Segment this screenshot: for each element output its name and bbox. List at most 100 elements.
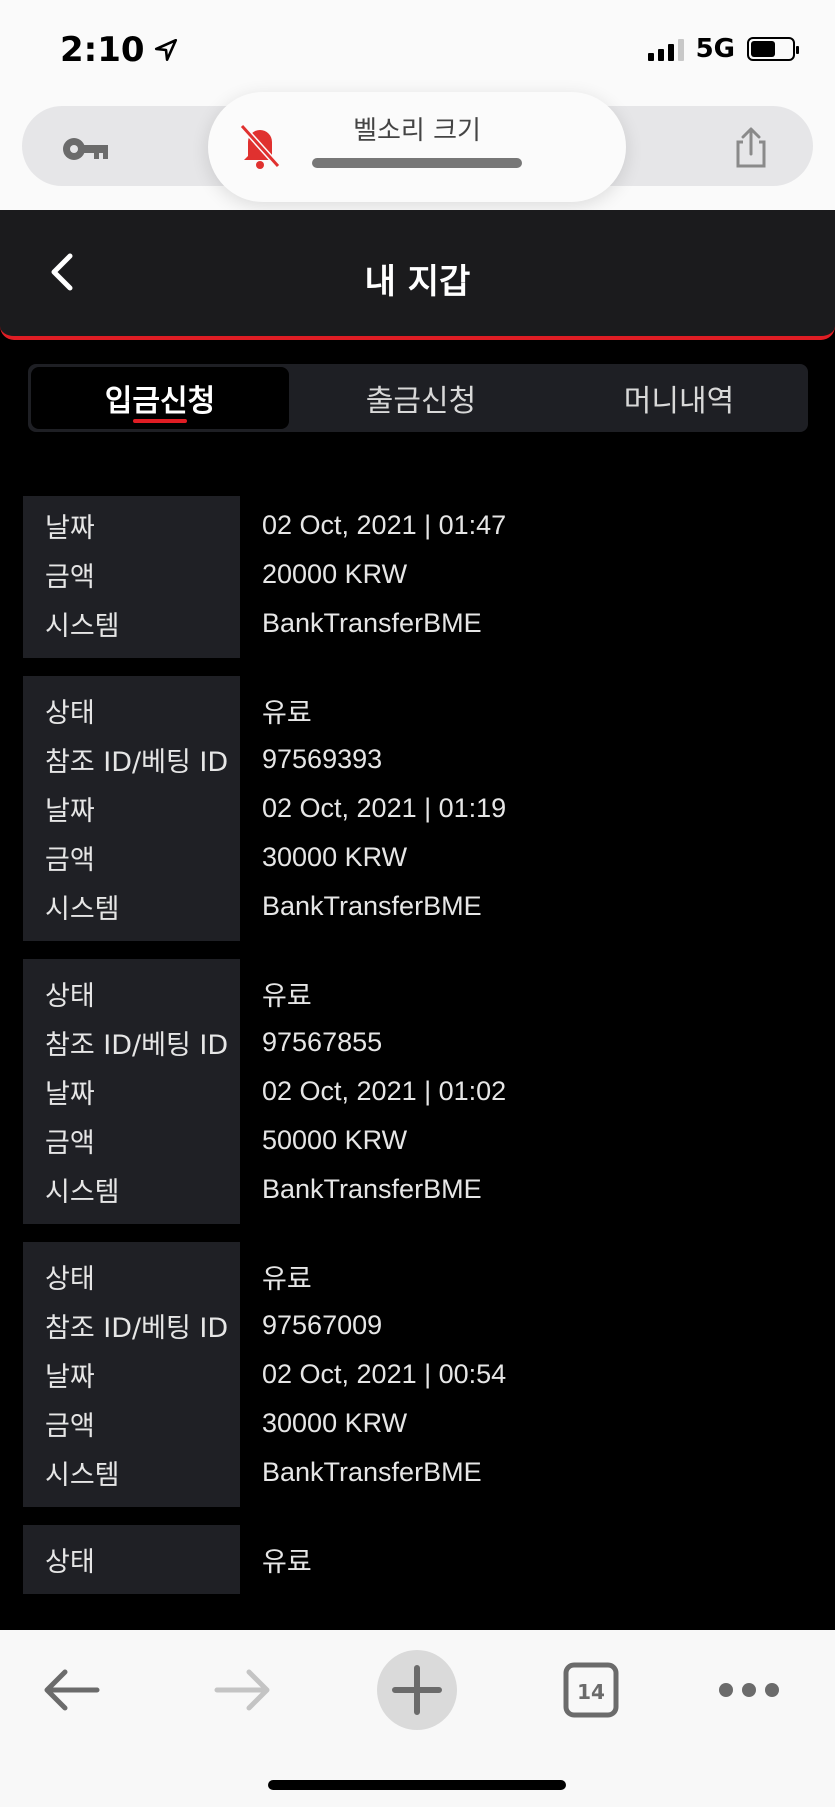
status-time: 2:10 [60,30,179,70]
record-row: 참조 ID/베팅 ID 97569393 [0,735,835,784]
field-label: 날짜 [45,1362,95,1393]
field-value: 97567855 [262,1027,383,1057]
field-value: 30000 KRW [262,1408,408,1438]
field-label: 시스템 [45,1177,120,1208]
record-row: 날짜 02 Oct, 2021 | 00:54 [0,1350,835,1399]
record-row: 참조 ID/베팅 ID 97567009 [0,1301,835,1350]
field-label: 상태 [45,1547,95,1578]
volume-hud: 벨소리 크기 [208,92,626,202]
app-header: 내 지갑 [0,210,835,340]
back-arrow-icon [44,1669,100,1711]
field-value: 97567009 [262,1310,383,1340]
back-button[interactable] [26,1650,116,1730]
transaction-list[interactable]: 참조 ID/베팅 ID97572073날짜02 Oct, 2021 | 01:4… [0,496,835,1630]
forward-button[interactable] [198,1650,288,1730]
tabs-button[interactable]: 14 [546,1650,636,1730]
record-row: 금액 30000 KRW [0,1399,835,1448]
tab-label: 입금신청 [104,384,216,419]
forward-arrow-icon [214,1669,270,1711]
signal-icon [647,37,684,61]
record-row: 상태 유료 [0,686,835,735]
transaction-record: 상태 유료참조 ID/베팅 ID 97569393 날짜 02 Oct, 2021 | … [0,676,835,941]
record-row: 시스템 BankTransferBME [0,1448,835,1497]
field-label: 금액 [45,562,95,593]
home-indicator [268,1780,566,1790]
page-title: 내 지갑 [364,262,471,302]
record-row: 날짜 02 Oct, 2021 | 01:47 [0,501,835,550]
record-row: 참조 ID/베팅 ID 97567855 [0,1018,835,1067]
field-value: 유료 [262,1547,312,1577]
field-value: 30000 KRW [262,842,408,872]
clock: 2:10 [60,30,145,70]
record-row: 상태 유료 [0,969,835,1018]
field-label: 금액 [45,845,95,876]
field-label: 날짜 [45,796,95,827]
field-value: BankTransferBME [262,1174,482,1204]
plus-button-circle [377,1650,457,1730]
field-label: 시스템 [45,894,120,925]
network-label: 5G [695,34,735,64]
field-value: 02 Oct, 2021 | 01:02 [262,1076,507,1106]
field-label: 상태 [45,981,95,1012]
tab-withdraw-request[interactable]: 출금신청 [292,364,550,432]
field-value: 02 Oct, 2021 | 00:54 [262,1359,507,1389]
record-row: 금액 20000 KRW [0,550,835,599]
record-row: 날짜 02 Oct, 2021 | 01:02 [0,1067,835,1116]
transaction-list-content: 참조 ID/베팅 ID97572073날짜02 Oct, 2021 | 01:4… [0,496,835,1612]
field-value: 20000 KRW [262,559,408,589]
transaction-record: 상태 유료참조 ID/베팅 ID 97567009 날짜 02 Oct, 2021 | … [0,1242,835,1507]
field-label: 상태 [45,1264,95,1295]
browser-address-bar: 벨소리 크기 [0,92,835,210]
field-label: 참조 ID/베팅 ID [45,1313,229,1344]
record-row: 금액 50000 KRW [0,1116,835,1165]
field-label: 상태 [45,698,95,729]
field-value: BankTransferBME [262,608,482,638]
active-tab-indicator [133,419,187,423]
transaction-record: 참조 ID/베팅 ID97572073날짜02 Oct, 2021 | 01:4… [0,496,835,658]
tab-money-history[interactable]: 머니내역 [550,364,808,432]
wallet-tabs: 입금신청 출금신청 머니내역 [28,364,808,432]
browser-toolbar: 14 [0,1630,835,1807]
field-value: 유료 [262,1264,312,1294]
share-icon[interactable] [733,126,769,170]
tab-deposit-request[interactable]: 입금신청 [31,367,289,429]
tab-label: 머니내역 [623,384,735,419]
field-value: 유료 [262,698,312,728]
record-row: 시스템 BankTransferBME [0,599,835,648]
field-value: 02 Oct, 2021 | 01:47 [262,510,507,540]
field-label: 금액 [45,1128,95,1159]
plus-icon [392,1665,442,1715]
volume-label-text: 벨소리 크기 [353,116,481,146]
field-label: 금액 [45,1411,95,1442]
tabs-icon: 14 [563,1662,619,1718]
field-value: 유료 [262,981,312,1011]
status-indicators: 5G [647,34,799,64]
volume-level-bar [312,158,522,168]
status-bar: 2:10 5G [0,0,835,100]
transaction-record: 상태 유료참조 ID/베팅 ID 97567855 날짜 02 Oct, 2021 | … [0,959,835,1224]
field-value: 02 Oct, 2021 | 01:19 [262,793,507,823]
record-row: 날짜 02 Oct, 2021 | 01:19 [0,784,835,833]
key-icon[interactable] [60,134,112,164]
field-value: BankTransferBME [262,1457,482,1487]
more-icon [719,1683,779,1697]
location-arrow-icon [154,38,177,62]
transaction-record: 상태 유료 [0,1525,835,1594]
field-value: 50000 KRW [262,1125,408,1155]
battery-icon [747,37,799,61]
volume-label: 벨소리 크기 [208,110,626,147]
more-button[interactable] [704,1650,794,1730]
field-label: 날짜 [45,513,95,544]
field-label: 참조 ID/베팅 ID [45,747,229,778]
record-row: 시스템 BankTransferBME [0,882,835,931]
field-label: 참조 ID/베팅 ID [45,1030,229,1061]
field-value: 97569393 [262,744,383,774]
field-label: 날짜 [45,1079,95,1110]
tab-count: 14 [577,1680,605,1704]
record-row: 시스템 BankTransferBME [0,1165,835,1214]
new-tab-button[interactable] [372,1650,462,1730]
field-label: 시스템 [45,1460,120,1491]
record-row: 금액 30000 KRW [0,833,835,882]
field-label: 시스템 [45,611,120,642]
tab-label: 출금신청 [365,384,477,419]
